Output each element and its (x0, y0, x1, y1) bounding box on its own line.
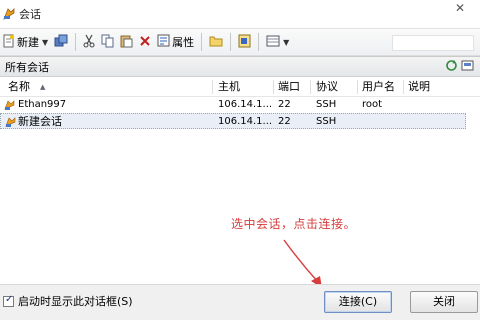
checkmark-icon: ✓ (5, 293, 14, 305)
close-button[interactable]: 关闭 (410, 291, 478, 313)
dialog-footer: ✓ 启动时显示此对话框(S) 连接(C) 关闭 (0, 284, 480, 320)
startup-checkbox-label: 启动时显示此对话框(S) (18, 295, 133, 308)
pointer-arrow-icon (283, 239, 322, 288)
startup-checkbox-group[interactable]: ✓ 启动时显示此对话框(S) (3, 293, 133, 309)
startup-checkbox[interactable]: ✓ (3, 293, 14, 307)
connect-button[interactable]: 连接(C) (324, 291, 392, 313)
